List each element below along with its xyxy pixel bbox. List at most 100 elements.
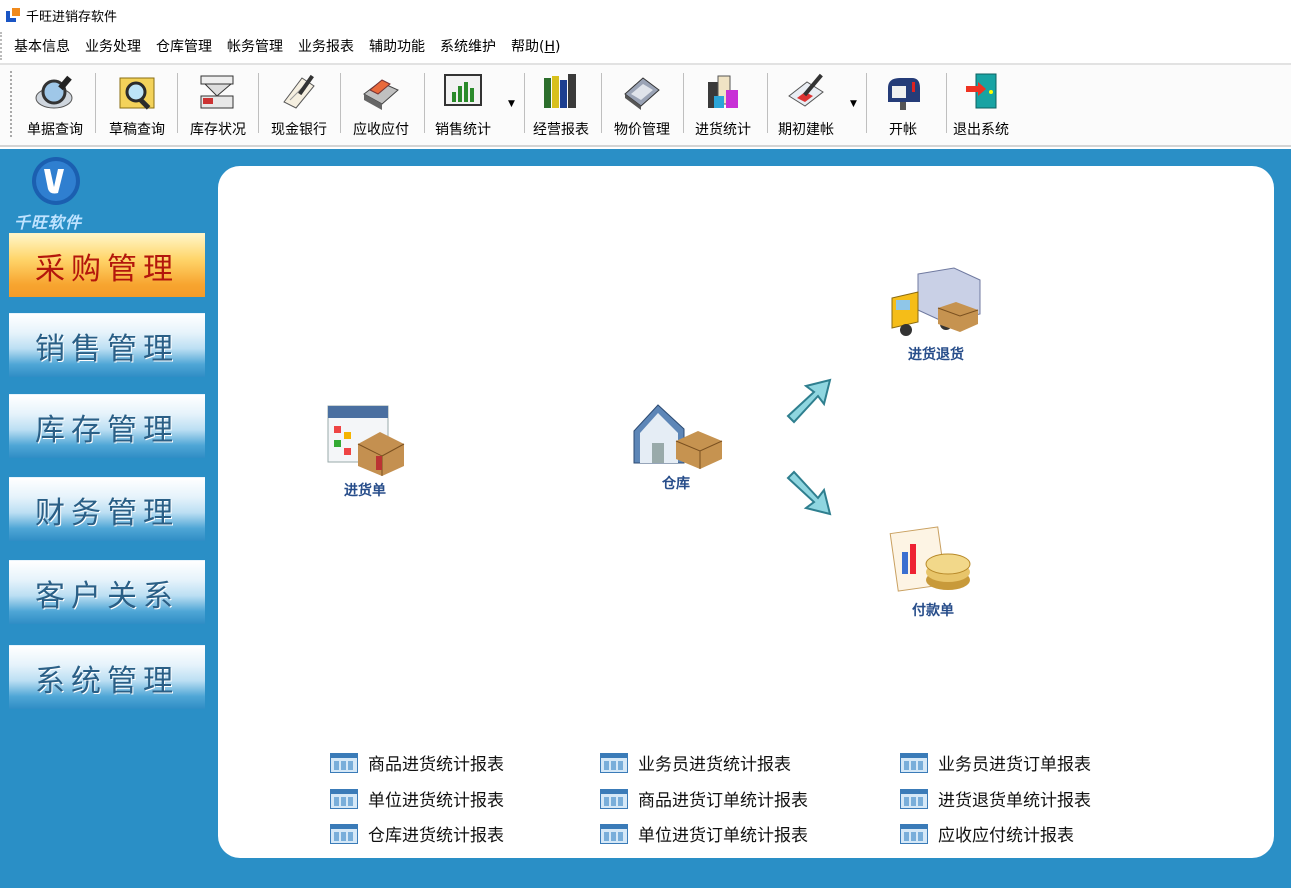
toolbar-grip[interactable] xyxy=(10,71,12,137)
payment-order-node[interactable]: 付款单 xyxy=(888,524,978,620)
purchase-order-label: 进货单 xyxy=(344,483,386,499)
table-report-icon xyxy=(900,752,928,773)
purchase-order-node[interactable]: 进货单 xyxy=(324,404,406,500)
toolbar-separator xyxy=(95,73,96,133)
report-link[interactable]: 进货退货单统计报表 xyxy=(900,786,1091,811)
report-link[interactable]: 业务员进货统计报表 xyxy=(600,750,791,775)
purchase-return-node[interactable]: 进货退货 xyxy=(888,266,984,364)
nav-finance-management[interactable]: 财务管理 xyxy=(9,477,205,541)
calculator-icon xyxy=(619,71,665,113)
toolbar-label: 物价管理 xyxy=(614,122,670,138)
report-link[interactable]: 业务员进货订单报表 xyxy=(900,750,1091,775)
toolbar: 单据查询 草稿查询 库存状况 现金银行 应收应付 销售统计 ▼ 经营报表 物价管… xyxy=(0,63,1291,147)
toolbar-label: 退出系统 xyxy=(953,122,1009,138)
table-report-icon xyxy=(600,788,628,809)
toolbar-label: 经营报表 xyxy=(533,122,589,138)
menu-business[interactable]: 业务处理 xyxy=(85,36,141,56)
toolbar-separator xyxy=(424,73,425,133)
nav-customer-relations[interactable]: 客户关系 xyxy=(9,560,205,624)
payment-icon xyxy=(889,526,971,592)
menu-accounts[interactable]: 帐务管理 xyxy=(227,36,283,56)
menu-help[interactable]: 帮助(H) xyxy=(511,36,560,56)
toolbar-receivable-payable-button[interactable]: 应收应付 xyxy=(346,69,416,139)
magnifier-icon xyxy=(32,71,78,113)
menu-help-text: 帮助( xyxy=(511,39,545,55)
toolbar-business-report-button[interactable]: 经营报表 xyxy=(526,69,596,139)
warehouse-node[interactable]: 仓库 xyxy=(628,399,724,493)
content-panel: 进货单 仓库 进货退货 付款单 商品进货统计报表 单位进货统计报表 仓库进货统计… xyxy=(218,166,1274,858)
toolbar-label: 销售统计 xyxy=(435,122,491,138)
sales-stats-dropdown-icon[interactable]: ▼ xyxy=(508,99,515,109)
toolbar-price-management-button[interactable]: 物价管理 xyxy=(607,69,677,139)
report-link-label: 单位进货订单统计报表 xyxy=(638,826,808,846)
toolbar-separator xyxy=(866,73,867,133)
table-report-icon xyxy=(330,788,358,809)
toolbar-label: 应收应付 xyxy=(353,122,409,138)
toolbar-label: 库存状况 xyxy=(190,122,246,138)
toolbar-separator xyxy=(258,73,259,133)
books-icon xyxy=(538,71,584,113)
report-link[interactable]: 商品进货订单统计报表 xyxy=(600,786,808,811)
truck-icon xyxy=(891,267,981,336)
toolbar-separator xyxy=(177,73,178,133)
app-logo-icon xyxy=(6,8,20,22)
report-link-label: 进货退货单统计报表 xyxy=(938,791,1091,811)
mailbox-icon xyxy=(880,71,926,113)
toolbar-cash-bank-button[interactable]: 现金银行 xyxy=(264,69,334,139)
toolbar-sales-stats-button[interactable]: 销售统计 xyxy=(428,69,498,139)
report-link[interactable]: 单位进货统计报表 xyxy=(330,786,504,811)
table-report-icon xyxy=(600,823,628,844)
purchase-order-icon xyxy=(327,405,405,476)
toolbar-separator xyxy=(601,73,602,133)
menu-reports[interactable]: 业务报表 xyxy=(298,36,354,56)
report-link-label: 仓库进货统计报表 xyxy=(368,826,504,846)
scanner-icon xyxy=(195,71,241,113)
scroll-pen-icon xyxy=(276,71,322,113)
menu-maintenance[interactable]: 系统维护 xyxy=(440,36,496,56)
toolbar-label: 现金银行 xyxy=(271,122,327,138)
toolbar-label: 开帐 xyxy=(889,122,917,138)
toolbar-opening-setup-button[interactable]: 期初建帐 xyxy=(771,69,841,139)
main-area: 千旺软件 采购管理 销售管理 库存管理 财务管理 客户关系 系统管理 进货单 仓… xyxy=(0,149,1291,888)
opening-setup-dropdown-icon[interactable]: ▼ xyxy=(850,99,857,109)
nav-system-management[interactable]: 系统管理 xyxy=(9,645,205,709)
logo-emblem-icon xyxy=(32,157,80,205)
report-link[interactable]: 商品进货统计报表 xyxy=(330,750,504,775)
toolbar-stock-status-button[interactable]: 库存状况 xyxy=(183,69,253,139)
toolbar-label: 草稿查询 xyxy=(109,122,165,138)
report-link[interactable]: 单位进货订单统计报表 xyxy=(600,821,808,846)
toolbar-exit-button[interactable]: 退出系统 xyxy=(946,69,1016,139)
menu-bar: 基本信息 业务处理 仓库管理 帐务管理 业务报表 辅助功能 系统维护 帮助(H) xyxy=(0,32,1291,60)
toolbar-label: 单据查询 xyxy=(27,122,83,138)
company-logo: 千旺软件 xyxy=(14,155,94,232)
table-report-icon xyxy=(330,752,358,773)
table-report-icon xyxy=(900,788,928,809)
report-link-label: 单位进货统计报表 xyxy=(368,791,504,811)
toolbar-open-accounts-button[interactable]: 开帐 xyxy=(868,69,938,139)
report-link-label: 应收应付统计报表 xyxy=(938,826,1074,846)
nav-sales-management[interactable]: 销售管理 xyxy=(9,313,205,377)
table-report-icon xyxy=(330,823,358,844)
toolbar-doc-query-button[interactable]: 单据查询 xyxy=(20,69,90,139)
menu-help-hotkey: H xyxy=(544,39,555,55)
logo-text: 千旺软件 xyxy=(14,213,83,232)
arrow-up-right-icon xyxy=(786,378,832,424)
report-link[interactable]: 应收应付统计报表 xyxy=(900,821,1074,846)
report-link-label: 业务员进货订单报表 xyxy=(938,755,1091,775)
arrow-down-right-icon xyxy=(786,470,832,516)
nav-purchase-management[interactable]: 采购管理 xyxy=(9,233,205,297)
warehouse-icon xyxy=(633,404,723,469)
menu-warehouse[interactable]: 仓库管理 xyxy=(156,36,212,56)
bar-chart-icon xyxy=(440,71,486,113)
report-link[interactable]: 仓库进货统计报表 xyxy=(330,821,504,846)
toolbar-draft-query-button[interactable]: 草稿查询 xyxy=(102,69,172,139)
menu-basic-info[interactable]: 基本信息 xyxy=(14,36,70,56)
toolbar-label: 进货统计 xyxy=(695,122,751,138)
ledger-pen-icon xyxy=(783,71,829,113)
menu-aux[interactable]: 辅助功能 xyxy=(369,36,425,56)
report-link-label: 商品进货统计报表 xyxy=(368,755,504,775)
menu-help-suffix: ) xyxy=(555,39,561,55)
folder-search-icon xyxy=(114,71,160,113)
nav-inventory-management[interactable]: 库存管理 xyxy=(9,394,205,458)
toolbar-purchase-stats-button[interactable]: 进货统计 xyxy=(688,69,758,139)
